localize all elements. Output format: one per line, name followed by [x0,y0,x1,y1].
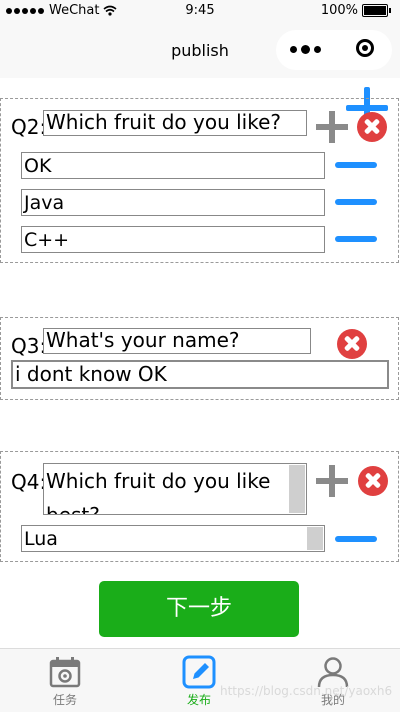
edit-icon [182,655,216,689]
scrollbar[interactable] [289,465,305,513]
tab-tasks[interactable]: 任务 [20,649,110,712]
option-input[interactable]: C++ [21,226,325,253]
option-input[interactable]: Lua [21,525,325,552]
more-icon[interactable] [290,45,321,54]
question-label: Q2: [11,115,47,139]
battery-icon [362,4,391,17]
question-label: Q3: [11,334,47,358]
tab-bar: 任务 发布 我的 [0,648,400,712]
nav-bar: publish [0,22,400,78]
question-input[interactable]: Which fruit do you like? [43,110,307,136]
delete-question-icon[interactable] [337,329,367,359]
option-text: Lua [24,528,58,550]
status-bar: WeChat 9:45 100% [0,0,400,22]
question-text: Which fruit do you like best? [46,469,271,515]
delete-question-icon[interactable] [358,466,388,496]
tab-label: 任务 [52,693,77,707]
tab-publish[interactable]: 发布 [154,649,244,712]
tab-mine[interactable]: 我的 [288,649,378,712]
remove-option-icon[interactable] [335,536,377,542]
remove-option-icon[interactable] [335,236,377,242]
calendar-gear-icon [49,657,81,688]
remove-option-icon[interactable] [335,199,377,205]
option-input[interactable]: Java [21,189,325,216]
delete-question-icon[interactable] [357,112,387,142]
question-input[interactable]: What's your name? [43,328,311,354]
question-input[interactable]: Which fruit do you like best? [43,463,307,515]
capsule-menu [276,30,392,70]
remove-option-icon[interactable] [335,162,377,168]
close-miniprogram-icon[interactable] [356,39,374,57]
question-block-q2: Q2: Which fruit do you like? OK Java C++ [0,98,399,263]
add-option-icon[interactable] [316,465,348,497]
question-block-q3: Q3: What's your name? i dont know OK [0,317,399,400]
next-step-button[interactable]: 下一步 [99,581,299,637]
add-option-icon[interactable] [316,111,348,143]
status-right: 100% [320,3,391,18]
battery-percent: 100% [320,3,358,18]
question-label: Q4: [11,470,47,494]
scrollbar[interactable] [307,527,323,550]
watermark: https://blog.csdn.net/yaoxh6 [220,684,393,698]
answer-textarea[interactable]: i dont know OK [11,360,389,389]
question-block-q4: Q4: Which fruit do you like best? Lua [0,451,399,562]
option-input[interactable]: OK [21,152,325,179]
